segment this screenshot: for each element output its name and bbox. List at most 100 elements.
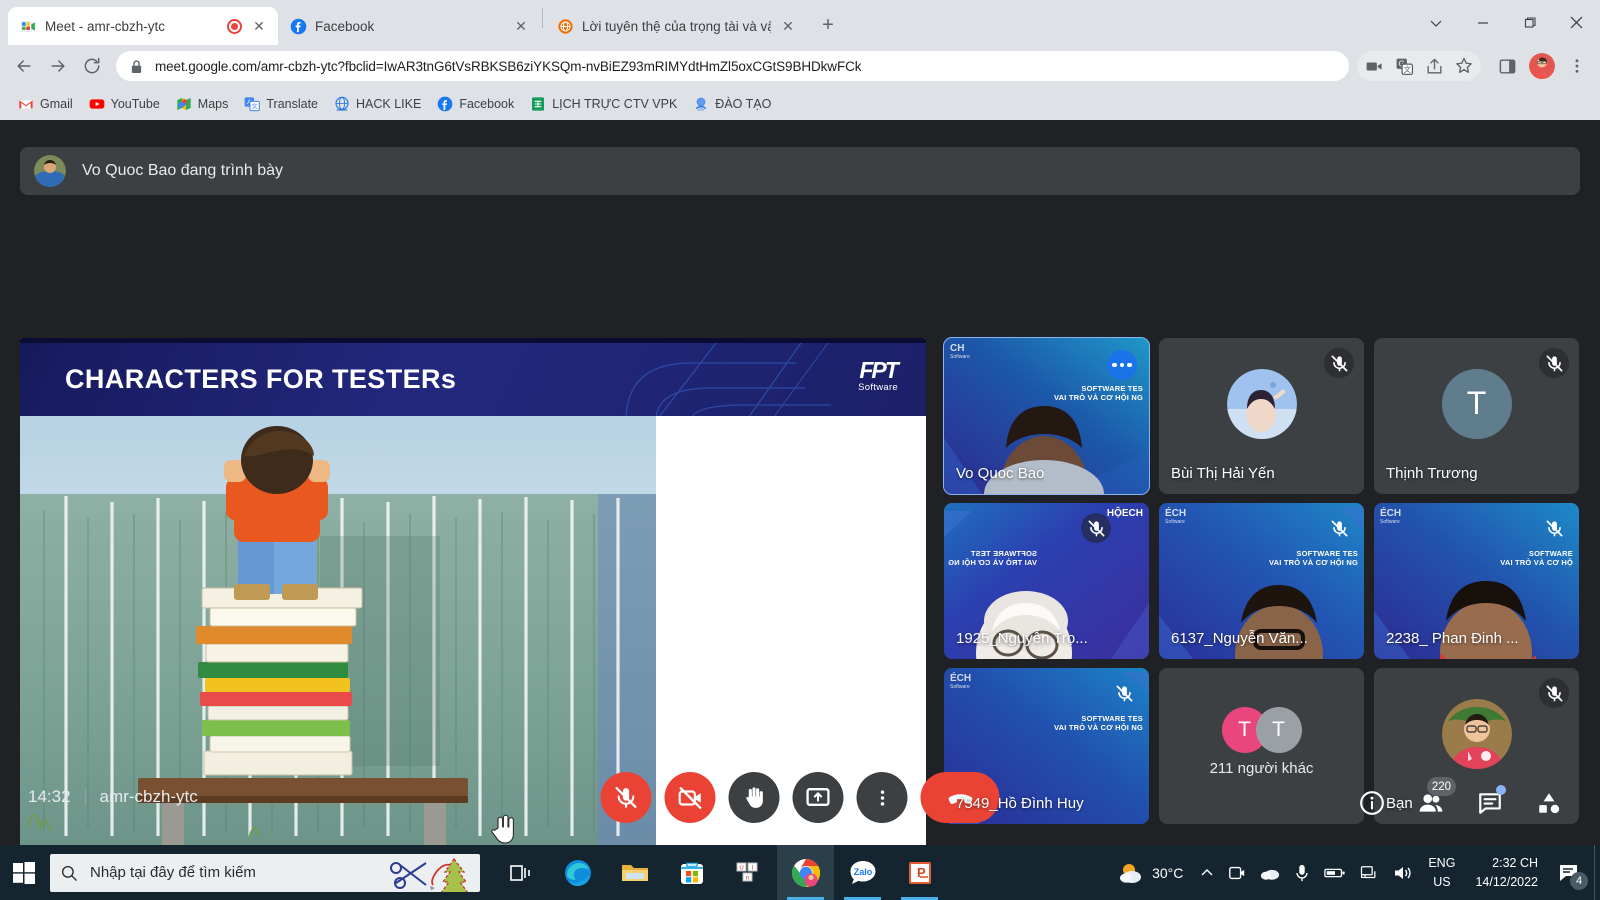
svg-text:文: 文: [1403, 65, 1410, 74]
bookmark-lich-truc[interactable]: LỊCH TRỰC CTV VPK: [522, 92, 685, 116]
svg-text:U: U: [739, 865, 743, 871]
language-line2: US: [1433, 874, 1451, 889]
new-tab-button[interactable]: +: [813, 11, 843, 41]
bookmark-translate[interactable]: A文 Translate: [236, 92, 326, 116]
notification-center-button[interactable]: 4: [1550, 845, 1594, 900]
powerpoint-button[interactable]: P: [891, 845, 948, 900]
camera-off-button[interactable]: [664, 772, 716, 823]
task-view-button[interactable]: [492, 845, 549, 900]
activities-button[interactable]: [1525, 779, 1572, 826]
bookmark-label: YouTube: [110, 96, 160, 111]
tab-close-button[interactable]: ✕: [250, 17, 268, 35]
window-chevron-icon[interactable]: [1412, 0, 1459, 45]
microsoft-edge-button[interactable]: [549, 845, 606, 900]
tile-bui-thi-hai-yen[interactable]: Bùi Thị Hải Yến: [1159, 338, 1364, 494]
taskbar-search-input[interactable]: Nhập tại đây để tìm kiếm: [50, 853, 480, 892]
microsoft-store-button[interactable]: [663, 845, 720, 900]
tile-name: 7549_Hồ Đình Huy: [956, 795, 1084, 812]
taskbar-clock[interactable]: 2:32 CH 14/12/2022: [1463, 845, 1550, 900]
weather-widget[interactable]: 30°C: [1108, 845, 1193, 900]
tile-more-options-button[interactable]: [1107, 350, 1137, 380]
bookmark-youtube[interactable]: YouTube: [81, 92, 168, 116]
tab-meet[interactable]: Meet - amr-cbzh-ytc ✕: [8, 7, 278, 45]
onedrive-icon[interactable]: [1253, 845, 1287, 900]
browser-toolbar: meet.google.com/amr-cbzh-ytc?fbclid=IwAR…: [0, 45, 1600, 87]
windows-start-button[interactable]: [0, 845, 48, 900]
tile-1925-nguyen-tro[interactable]: HỘECH SOFTWARE TEST VAI TRÒ VÀ CƠ HỘI NG…: [944, 503, 1149, 659]
google-chrome-button[interactable]: [777, 845, 834, 900]
battery-icon[interactable]: [1317, 845, 1353, 900]
more-vertical-icon[interactable]: [1562, 51, 1592, 81]
tile-slide-text: SOFTWARE TES VAI TRÒ VÀ CƠ HỘI NG: [1053, 384, 1143, 402]
profile-avatar[interactable]: [1529, 53, 1555, 79]
forward-arrow-icon[interactable]: [42, 50, 74, 82]
tab-close-button[interactable]: ✕: [512, 17, 530, 35]
presenting-banner-text: Vo Quoc Bao đang trình bày: [82, 162, 284, 179]
present-screen-button[interactable]: [792, 772, 844, 823]
microphone-tray-icon[interactable]: [1287, 845, 1317, 900]
powerpoint-icon: P: [908, 861, 931, 884]
reload-icon[interactable]: [76, 50, 108, 82]
folder-icon: [621, 864, 648, 881]
bookmark-dao-tao[interactable]: edu ĐÀO TẠO: [685, 92, 779, 116]
info-icon: [1359, 790, 1384, 815]
back-arrow-icon[interactable]: [8, 50, 40, 82]
camera-tray-icon[interactable]: [1221, 845, 1253, 900]
meeting-info: 14:32 amr-cbzh-ytc: [28, 787, 198, 807]
show-everyone-button[interactable]: 220: [1407, 777, 1456, 826]
meeting-time: 14:32: [28, 787, 71, 806]
clock-date: 14/12/2022: [1475, 874, 1538, 889]
tile-initial-avatar: T: [1441, 368, 1512, 439]
bookmark-facebook[interactable]: Facebook: [429, 92, 522, 116]
tray-chevron-up-icon[interactable]: [1193, 845, 1221, 900]
tile-thinh-truong[interactable]: T Thịnh Trương: [1374, 338, 1579, 494]
tab-separator: [542, 8, 543, 28]
bookmark-maps[interactable]: Maps: [168, 92, 237, 116]
edge-icon: [564, 859, 591, 886]
video-camera-icon[interactable]: [1359, 51, 1389, 81]
address-bar-url: meet.google.com/amr-cbzh-ytc?fbclid=IwAR…: [155, 58, 862, 74]
gmail-icon: [19, 99, 33, 108]
facebook-icon: [437, 96, 453, 111]
bookmark-hack-like[interactable]: HACK LIKE: [326, 92, 429, 116]
file-explorer-button[interactable]: [606, 845, 663, 900]
tile-6137-nguyen-van[interactable]: ÉCH Software SOFTWARE TES VAI TRÒ VÀ CƠ …: [1159, 503, 1364, 659]
maximize-icon[interactable]: [1506, 0, 1553, 45]
tile-2238-phan-dinh[interactable]: ÉCH Software SOFTWARE VAI TRÒ VÀ CƠ HỘ 2…: [1374, 503, 1579, 659]
more-options-button[interactable]: [856, 772, 908, 823]
tab-loi-tuyen-the[interactable]: Lời tuyên thệ của trọng tài và vận ✕: [545, 7, 807, 45]
volume-icon[interactable]: [1386, 845, 1420, 900]
raise-hand-button[interactable]: [728, 772, 780, 823]
bookmark-gmail[interactable]: Gmail: [10, 92, 81, 116]
unikey-button[interactable]: U I n: [720, 845, 777, 900]
translate-icon[interactable]: G文: [1389, 51, 1419, 81]
language-indicator[interactable]: ENG US: [1420, 845, 1463, 900]
side-panel-icon[interactable]: [1492, 51, 1522, 81]
tab-facebook[interactable]: Facebook ✕: [278, 7, 540, 45]
bookmark-label: Facebook: [459, 96, 515, 111]
show-desktop-button[interactable]: [1594, 845, 1600, 900]
tab-close-button[interactable]: ✕: [779, 17, 797, 35]
close-icon[interactable]: [1553, 0, 1600, 45]
youtube-icon: [89, 98, 104, 109]
bookmark-star-icon[interactable]: [1449, 51, 1479, 81]
windows-taskbar: Nhập tại đây để tìm kiếm U I n Zalo P 30…: [0, 845, 1600, 900]
tab-recording-icon: [227, 18, 242, 34]
share-icon[interactable]: [1419, 51, 1449, 81]
weather-temperature: 30°C: [1152, 864, 1184, 881]
microphone-off-button[interactable]: [600, 772, 652, 823]
network-icon[interactable]: [1353, 845, 1386, 900]
notification-count-badge: 4: [1570, 872, 1588, 890]
minimize-icon[interactable]: [1459, 0, 1506, 45]
globe-icon: [558, 18, 573, 34]
bookmarks-bar: Gmail YouTube Maps A文 Translate HACK LIK…: [0, 87, 1600, 120]
facebook-icon: [290, 18, 307, 34]
hand-cursor: [490, 814, 516, 849]
meet-controls: [600, 772, 1000, 823]
zalo-button[interactable]: Zalo: [834, 845, 891, 900]
bookmark-label: Translate: [266, 96, 319, 111]
address-bar[interactable]: meet.google.com/amr-cbzh-ytc?fbclid=IwAR…: [116, 51, 1349, 81]
camera-off-icon: [678, 786, 701, 809]
tile-vo-quoc-bao[interactable]: CH Software SOFTWARE TES VAI TRÒ VÀ CƠ H…: [943, 337, 1150, 495]
chat-button[interactable]: [1466, 779, 1513, 826]
